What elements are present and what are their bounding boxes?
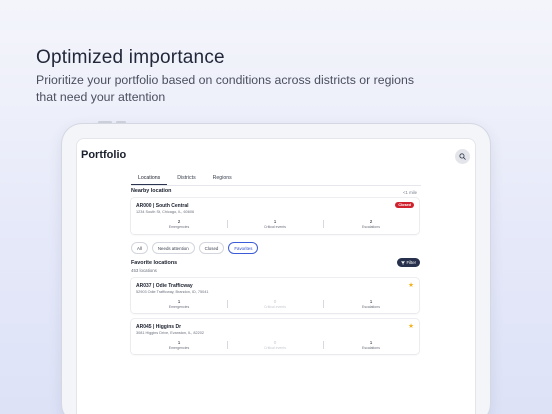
star-icon[interactable]: ★ — [408, 281, 414, 289]
stat-label: Escalations — [362, 305, 380, 309]
filter-chips: All Needs attention Closed Favorites — [131, 242, 259, 254]
tab-bar: Locations Districts Regions — [131, 175, 242, 185]
stat-label: Emergencies — [168, 225, 190, 229]
stat-label: Emergencies — [168, 346, 190, 350]
star-icon[interactable]: ★ — [408, 322, 414, 330]
funnel-icon — [400, 260, 405, 265]
page-title: Portfolio — [81, 149, 127, 161]
favorite-location-card[interactable]: AR045 | Higgins Dr 3081 Higgins Drive, E… — [131, 319, 419, 354]
search-icon — [459, 153, 466, 160]
chip-favorites[interactable]: Favorites — [228, 242, 259, 254]
location-title: AR000 | South Central — [136, 203, 189, 209]
nearby-title: Nearby location — [131, 188, 172, 194]
nearby-location-card[interactable]: AR000 | South Central 1234 South St, Chi… — [131, 198, 419, 234]
stat-label: Escalations — [362, 346, 380, 350]
favorite-location-card[interactable]: AR037 | Odie Trafficway 52903 Odie Traff… — [131, 278, 419, 313]
stat-label: Critical events — [264, 225, 286, 229]
location-stats: 2 Emergencies 1 Critical events 2 Escala… — [131, 219, 419, 233]
stat-label: Critical events — [264, 305, 286, 309]
app-screen: Portfolio Locations Districts Regions Ne… — [76, 138, 476, 414]
hero-headline: Optimized importance — [36, 47, 225, 68]
filter-label: Filter — [406, 260, 417, 265]
status-badge: Closed — [395, 202, 414, 208]
chip-all[interactable]: All — [131, 242, 148, 254]
stat-label: Escalations — [362, 225, 380, 229]
stat-escalations: 1 Escalations — [323, 299, 419, 313]
tab-locations[interactable]: Locations — [131, 175, 168, 185]
location-address: 52903 Odie Trafficway, Brandon, ID, 7504… — [136, 290, 209, 294]
stat-emergencies: 1 Emergencies — [131, 340, 227, 354]
stat-critical-events: 0 Critical events — [227, 299, 323, 313]
stat-label: Emergencies — [168, 305, 190, 309]
stat-critical-events: 1 Critical events — [227, 219, 323, 233]
location-address: 3081 Higgins Drive, Evanston, IL, 82202 — [136, 331, 204, 335]
filter-button[interactable]: Filter — [397, 258, 420, 267]
tablet-frame: Portfolio Locations Districts Regions Ne… — [62, 124, 490, 414]
chip-needs-attention[interactable]: Needs attention — [151, 242, 195, 254]
stat-emergencies: 2 Emergencies — [131, 219, 227, 233]
location-title: AR037 | Odie Trafficway — [136, 283, 193, 289]
favorites-title: Favorite locations — [131, 260, 178, 266]
tab-regions[interactable]: Regions — [206, 175, 239, 185]
stat-critical-events: 0 Critical events — [227, 340, 323, 354]
location-address: 1234 South St, Chicago, IL, 60606 — [136, 210, 195, 214]
tab-divider — [131, 185, 421, 186]
location-stats: 1 Emergencies 0 Critical events 1 Escala… — [131, 340, 419, 354]
stat-escalations: 1 Escalations — [323, 340, 419, 354]
search-button[interactable] — [455, 149, 470, 164]
stat-escalations: 2 Escalations — [323, 219, 419, 233]
location-stats: 1 Emergencies 0 Critical events 1 Escala… — [131, 299, 419, 313]
chip-closed[interactable]: Closed — [198, 242, 225, 254]
location-title: AR045 | Higgins Dr — [136, 324, 182, 330]
tab-districts[interactable]: Districts — [170, 175, 202, 185]
stat-label: Critical events — [264, 346, 286, 350]
favorites-count: 453 locations — [131, 268, 157, 273]
hero-subline: Prioritize your portfolio based on condi… — [36, 73, 414, 104]
nearby-distance: <1 mile — [403, 190, 417, 195]
stat-emergencies: 1 Emergencies — [131, 299, 227, 313]
